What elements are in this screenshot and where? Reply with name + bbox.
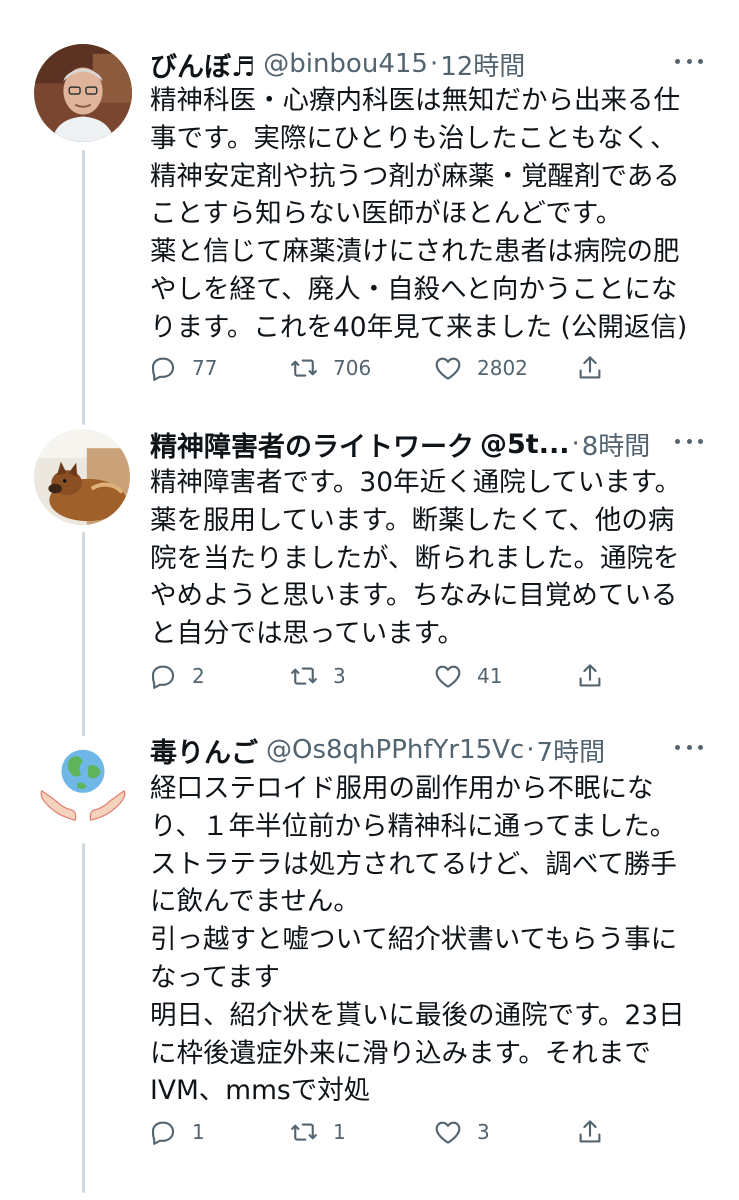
tweet-text-line: ります。これを40年見て来ました (公開返信) — [150, 311, 688, 343]
reply-count: 2 — [192, 664, 205, 688]
display-name[interactable]: 精神障害者のライトワーク — [150, 425, 474, 464]
like-count: 2802 — [477, 356, 528, 380]
tweet-actions: 1 1 3 — [148, 1114, 618, 1150]
tweet-text-line: 事です。実際にひとりも治したこともなく、 — [150, 122, 677, 154]
share-button[interactable] — [575, 658, 605, 694]
tweet-text: 経口ステロイド服用の副作用から不眠にな り、１年半位前から精神科に通ってました。… — [150, 770, 710, 1110]
user-handle[interactable]: @5t... — [480, 429, 569, 460]
reply-icon — [151, 665, 175, 689]
tweet-text-line: 薬を服用しています。断薬したくて、他の病 — [150, 504, 675, 536]
tweet-text-line: 引っ越すと嘘ついて紹介状書いてもらう事に — [150, 924, 678, 956]
tweet-text-line: 明日、紹介状を貰いに最後の通院です。23日 — [150, 999, 685, 1031]
tweet-text-line: 精神科医・心療内科医は無知だから出来る仕 — [150, 85, 680, 116]
retweet-icon — [291, 1123, 317, 1141]
tweet-text-line: なってます — [150, 961, 280, 993]
retweet-button[interactable]: 3 — [289, 658, 346, 694]
tweet-text-line: り、１年半位前から精神科に通ってました。 — [150, 810, 677, 842]
tweet-text-line: 経口ステロイド服用の副作用から不眠にな — [150, 773, 654, 804]
avatar[interactable] — [34, 44, 132, 142]
reply-button[interactable]: 77 — [148, 350, 217, 386]
tweet-text-line: やしを経て、廃人・自殺へと向かうことにな — [150, 273, 678, 305]
tweet-2[interactable]: 精神障害者のライトワーク @5t... · 8時間 精神障害者です。30年近く通… — [0, 424, 739, 724]
tweet-1[interactable]: びんぼ♬ @binbou415 · 12時間 精神科医・心療内科医は無知だから出… — [0, 44, 739, 394]
more-icon[interactable] — [675, 436, 703, 446]
like-icon — [435, 1121, 461, 1144]
tweet-header: 毒りんご @Os8qhPPhfYr15Vc · 7時間 — [150, 730, 699, 770]
tweet-header: 精神障害者のライトワーク @5t... · 8時間 — [150, 424, 699, 464]
retweet-count: 706 — [333, 356, 372, 380]
share-icon — [579, 356, 601, 379]
tweet-text-line: IVM、mmsで対処 — [150, 1075, 371, 1107]
tweet-text-line: に枠後遺症外来に滑り込みます。それまで — [150, 1037, 651, 1069]
share-button[interactable] — [575, 1114, 605, 1150]
tweet-text: 精神障害者です。30年近く通院しています。 薬を服用しています。断薬したくて、他… — [150, 464, 710, 653]
retweet-icon — [291, 359, 317, 377]
reply-button[interactable]: 2 — [148, 658, 205, 694]
reply-icon — [151, 357, 175, 381]
separator: · — [526, 735, 535, 765]
separator: · — [571, 429, 580, 459]
timestamp[interactable]: 8時間 — [582, 426, 651, 463]
separator: · — [429, 49, 439, 79]
tweet-text-line: やめようと思います。ちなみに目覚めている — [150, 580, 678, 612]
share-icon — [579, 1120, 601, 1143]
more-icon[interactable] — [675, 56, 703, 66]
display-name[interactable]: びんぼ♬ — [150, 45, 255, 84]
timestamp[interactable]: 12時間 — [440, 46, 525, 83]
user-handle[interactable]: @binbou415 — [263, 49, 428, 79]
retweet-button[interactable]: 706 — [289, 350, 371, 386]
share-button[interactable] — [575, 350, 605, 386]
like-button[interactable]: 41 — [433, 658, 502, 694]
retweet-icon — [291, 667, 317, 685]
tweet-text-line: ストラテラは処方されてるけど、調べて勝手 — [150, 848, 677, 880]
tweet-text-line: ことすら知らない医師がほとんどです。 — [150, 198, 623, 230]
tweet-text-line: 院を当たりましたが、断られました。通院を — [150, 542, 680, 574]
tweet-actions: 2 3 41 — [148, 658, 618, 694]
like-icon — [435, 665, 461, 688]
like-button[interactable]: 3 — [433, 1114, 490, 1150]
share-icon — [579, 664, 601, 687]
tweet-3[interactable]: 毒りんご @Os8qhPPhfYr15Vc · 7時間 経口ステロイド服用の副作… — [0, 730, 739, 1170]
retweet-button[interactable]: 1 — [289, 1114, 346, 1150]
reply-count: 1 — [192, 1120, 205, 1144]
avatar-dog-photo — [34, 429, 130, 525]
like-icon — [435, 357, 461, 380]
user-handle[interactable]: @Os8qhPPhfYr15Vc — [266, 735, 524, 765]
reply-icon — [151, 1121, 175, 1145]
display-name[interactable]: 毒りんご — [150, 731, 258, 770]
avatar[interactable] — [34, 736, 132, 834]
avatar-man-photo — [34, 44, 132, 142]
tweet-text-line: 精神安定剤や抗うつ剤が麻薬・覚醒剤である — [150, 160, 680, 192]
tweet-text-line: 精神障害者です。30年近く通院しています。 — [150, 467, 682, 498]
tweet-text-line: に飲んでません。 — [150, 886, 360, 918]
more-icon[interactable] — [675, 742, 703, 752]
tweet-header: びんぼ♬ @binbou415 · 12時間 — [150, 44, 699, 84]
like-button[interactable]: 2802 — [433, 350, 528, 386]
like-count: 41 — [477, 664, 503, 688]
avatar[interactable] — [34, 429, 130, 525]
tweet-text-line: 薬と信じて麻薬漬けにされた患者は病院の肥 — [150, 236, 680, 268]
retweet-count: 3 — [333, 664, 346, 688]
tweet-text-line: と自分では思っています。 — [150, 618, 465, 650]
timestamp[interactable]: 7時間 — [537, 732, 606, 769]
retweet-count: 1 — [333, 1120, 346, 1144]
avatar-earth-hands — [34, 736, 132, 834]
like-count: 3 — [477, 1120, 490, 1144]
tweet-actions: 77 706 2802 — [148, 350, 618, 386]
reply-button[interactable]: 1 — [148, 1114, 205, 1150]
reply-count: 77 — [192, 356, 218, 380]
tweet-text: 精神科医・心療内科医は無知だから出来る仕 事です。実際にひとりも治したこともなく… — [150, 82, 710, 347]
